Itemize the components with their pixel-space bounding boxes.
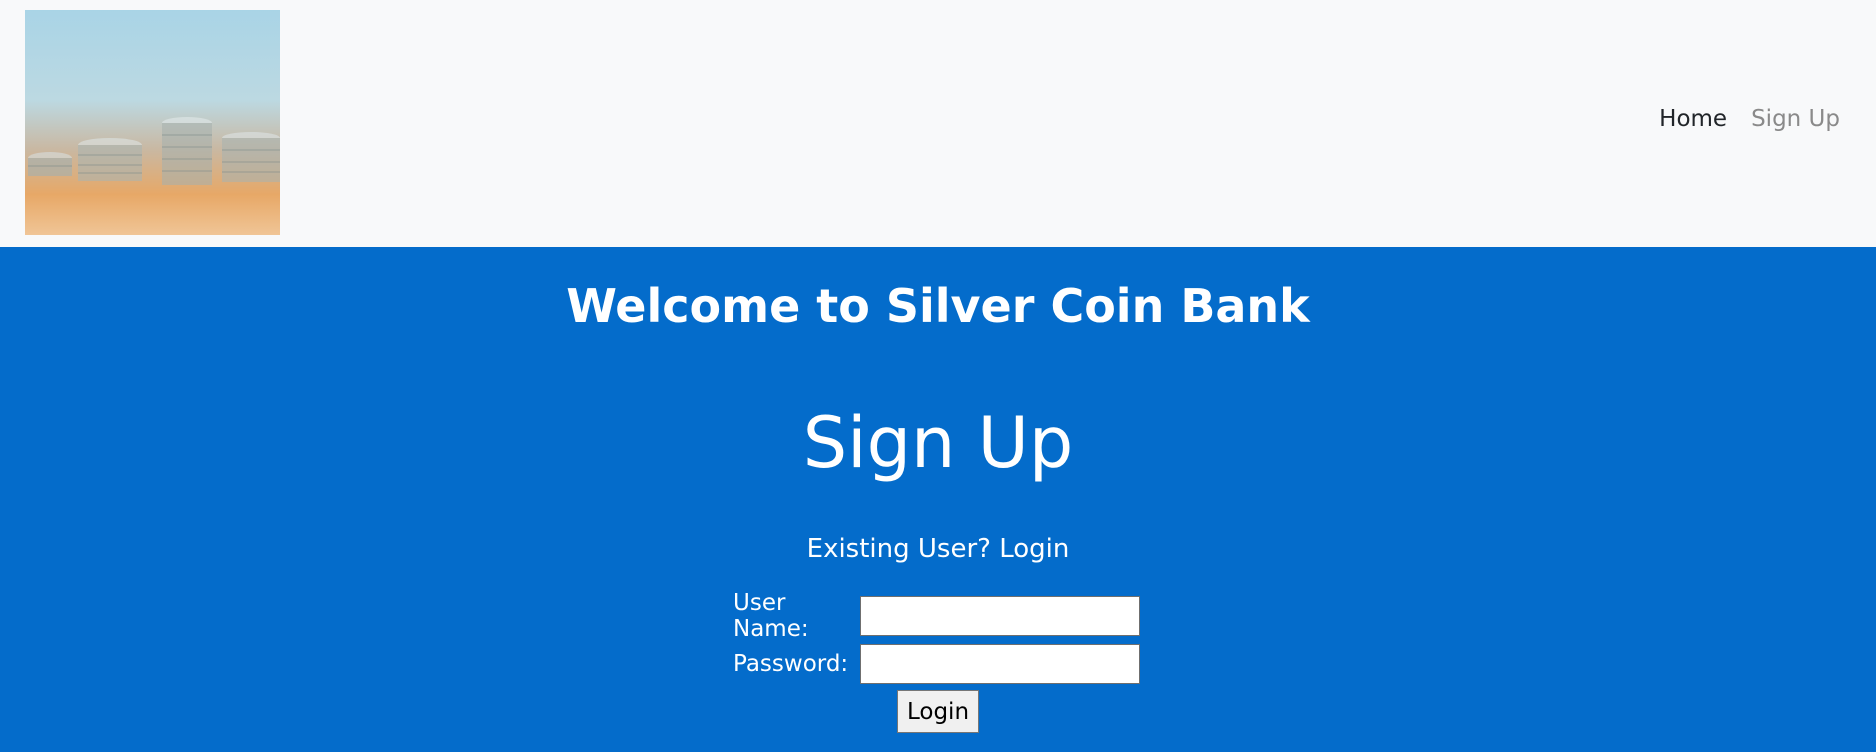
navbar: Home Sign Up bbox=[0, 0, 1876, 247]
page-title: Sign Up bbox=[802, 402, 1074, 484]
nav-links: Home Sign Up bbox=[1659, 106, 1840, 132]
nav-signup-link[interactable]: Sign Up bbox=[1751, 106, 1840, 132]
password-row: Password: bbox=[733, 642, 1140, 686]
username-label: User Name: bbox=[733, 590, 809, 642]
username-input[interactable] bbox=[860, 596, 1140, 636]
welcome-heading: Welcome to Silver Coin Bank bbox=[566, 279, 1310, 333]
login-button[interactable]: Login bbox=[897, 690, 979, 733]
username-row: User Name: bbox=[733, 590, 1140, 642]
coin-stacks-icon bbox=[28, 117, 280, 185]
logo-image[interactable] bbox=[25, 10, 280, 235]
hero-section: Welcome to Silver Coin Bank Sign Up Exis… bbox=[0, 247, 1876, 752]
existing-user-login-link[interactable]: Existing User? Login bbox=[0, 534, 1876, 564]
nav-home-link[interactable]: Home bbox=[1659, 106, 1727, 132]
password-input[interactable] bbox=[860, 644, 1140, 684]
password-label: Password: bbox=[733, 651, 849, 677]
